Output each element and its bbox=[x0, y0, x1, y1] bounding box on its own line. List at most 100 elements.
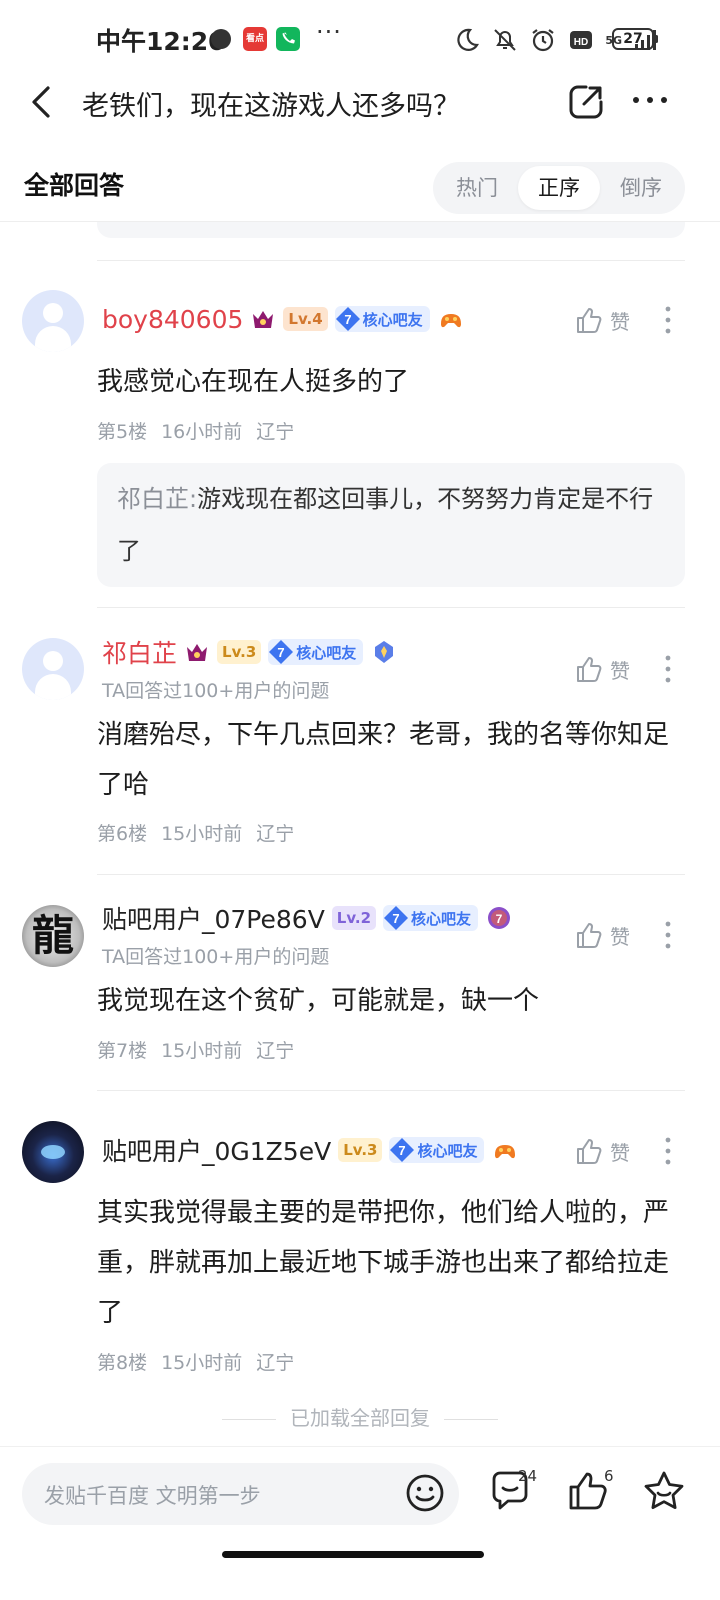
like-button[interactable]: 赞 bbox=[574, 1136, 630, 1166]
avatar[interactable] bbox=[22, 638, 84, 700]
user-line: 贴吧用户_07Pe86V Lv.2 7 核心吧友 7 bbox=[102, 900, 513, 936]
tab-ascending[interactable]: 正序 bbox=[518, 166, 600, 210]
post-content: 我感觉心在现在人挺多的了 bbox=[97, 367, 410, 397]
diamond-icon: 7 bbox=[269, 640, 294, 664]
medal-icon: 7 bbox=[488, 907, 511, 929]
floor-number: 第7楼 bbox=[97, 1040, 148, 1062]
svg-text:7: 7 bbox=[278, 645, 285, 660]
crown-icon bbox=[187, 644, 208, 661]
like-label: 赞 bbox=[610, 309, 630, 334]
quote-reply[interactable]: 祁白芷:游戏现在都这回事儿，不努努力肯定是不行了 bbox=[97, 463, 685, 587]
core-member-label: 核心吧友 bbox=[362, 310, 423, 329]
thumbs-up-icon bbox=[577, 923, 602, 948]
like-count: 6 bbox=[604, 1467, 614, 1485]
username[interactable]: 贴吧用户_07Pe86V bbox=[102, 900, 325, 936]
divider bbox=[97, 260, 685, 261]
quote-text: 游戏现在都这回事儿，不努努力肯定是不行了 bbox=[117, 485, 654, 565]
quote-author: 祁白芷: bbox=[117, 485, 198, 513]
battery-icon: 27 bbox=[612, 28, 658, 50]
core-member-badge: 7 核心吧友 bbox=[334, 306, 430, 332]
svg-text:HD: HD bbox=[574, 37, 588, 48]
username[interactable]: 祁白芷 bbox=[102, 634, 177, 670]
floor-number: 第5楼 bbox=[97, 421, 148, 443]
post-more-icon[interactable] bbox=[656, 305, 680, 335]
svg-text:7: 7 bbox=[344, 312, 351, 327]
rank-badge-icon bbox=[375, 641, 394, 663]
thumbs-up-icon bbox=[577, 1139, 602, 1164]
user-line: 祁白芷 Lv.3 7 核心吧友 bbox=[102, 634, 398, 670]
core-member-label: 核心吧友 bbox=[417, 1141, 478, 1160]
svg-text:7: 7 bbox=[496, 912, 503, 926]
divider bbox=[97, 607, 685, 608]
user-line: 贴吧用户_0G1Z5eV Lv.3 7 核心吧友 bbox=[102, 1132, 519, 1168]
floor-number: 第8楼 bbox=[97, 1352, 148, 1374]
diamond-icon: 7 bbox=[384, 906, 409, 930]
star-icon[interactable] bbox=[642, 1469, 686, 1513]
tab-descending[interactable]: 倒序 bbox=[600, 166, 682, 210]
divider bbox=[97, 1090, 685, 1091]
divider bbox=[97, 874, 685, 875]
phone-app-icon bbox=[276, 27, 300, 51]
user-subtitle: TA回答过100+用户的问题 bbox=[102, 946, 330, 968]
app-notification-icon: 看点 bbox=[243, 27, 267, 51]
post-content: 其实我觉得最主要的是带把你，他们给人啦的，严重，胖就再加上最近地下城手游也出来了… bbox=[97, 1198, 670, 1328]
page-title: 老铁们，现在这游戏人还多吗？ bbox=[82, 91, 460, 122]
reply-placeholder: 发贴千百度 文明第一步 bbox=[44, 1484, 261, 1508]
previous-quote-box bbox=[97, 222, 685, 238]
title-bar: 老铁们，现在这游戏人还多吗？ bbox=[0, 70, 720, 132]
like-label: 赞 bbox=[610, 658, 630, 683]
post-location: 辽宁 bbox=[256, 421, 295, 443]
level-badge: Lv.3 bbox=[217, 640, 262, 664]
post-location: 辽宁 bbox=[256, 1040, 295, 1062]
like-label: 赞 bbox=[610, 1140, 630, 1165]
username[interactable]: 贴吧用户_0G1Z5eV bbox=[102, 1132, 331, 1168]
like-button[interactable]: 赞 bbox=[574, 920, 630, 950]
thumbs-up-icon bbox=[577, 308, 602, 333]
username[interactable]: boy840605 bbox=[102, 305, 243, 334]
post-time: 16小时前 bbox=[161, 421, 243, 443]
bottom-action-bar: 发贴千百度 文明第一步 24 6 bbox=[0, 1446, 720, 1600]
post-time: 15小时前 bbox=[161, 1352, 243, 1374]
post-meta: 第7楼 15小时前 辽宁 bbox=[97, 1036, 308, 1063]
floor-number: 第6楼 bbox=[97, 823, 148, 845]
tab-hot[interactable]: 热门 bbox=[436, 166, 518, 210]
like-button[interactable]: 赞 bbox=[574, 654, 630, 684]
notification-dot-icon bbox=[211, 29, 231, 49]
avatar[interactable] bbox=[22, 1121, 84, 1183]
post-more-icon[interactable] bbox=[656, 1136, 680, 1166]
post-location: 辽宁 bbox=[256, 823, 295, 845]
all-loaded-indicator: 已加载全部回复 bbox=[0, 1402, 720, 1432]
svg-text:7: 7 bbox=[399, 1143, 406, 1158]
diamond-icon: 7 bbox=[390, 1138, 415, 1162]
crown-icon bbox=[253, 311, 274, 328]
gamepad-icon bbox=[495, 1145, 516, 1159]
reply-input[interactable]: 发贴千百度 文明第一步 bbox=[22, 1463, 459, 1525]
answers-header: 全部回答 热门 正序 倒序 bbox=[0, 158, 720, 222]
post-time: 15小时前 bbox=[161, 823, 243, 845]
home-indicator[interactable] bbox=[222, 1551, 484, 1558]
diamond-icon: 7 bbox=[335, 307, 360, 331]
more-notifications-icon: ··· bbox=[316, 18, 342, 46]
status-bar: 中午12:20 看点 ··· HD 5G 27 bbox=[0, 0, 720, 78]
alarm-icon bbox=[532, 29, 554, 52]
more-menu-icon[interactable] bbox=[630, 80, 670, 120]
share-icon[interactable] bbox=[566, 82, 606, 122]
post-more-icon[interactable] bbox=[656, 920, 680, 950]
like-button[interactable]: 赞 bbox=[574, 305, 630, 335]
avatar[interactable]: 龍 bbox=[22, 905, 84, 967]
post-meta: 第8楼 15小时前 辽宁 bbox=[97, 1348, 308, 1375]
level-badge: Lv.3 bbox=[338, 1138, 383, 1162]
sort-tabs: 热门 正序 倒序 bbox=[433, 162, 685, 214]
avatar[interactable] bbox=[22, 290, 84, 352]
post-meta: 第5楼 16小时前 辽宁 bbox=[97, 417, 308, 444]
emoji-icon[interactable] bbox=[404, 1472, 446, 1514]
back-arrow-icon[interactable] bbox=[26, 82, 58, 122]
user-subtitle: TA回答过100+用户的问题 bbox=[102, 680, 330, 702]
silent-bell-icon bbox=[494, 29, 517, 51]
moon-icon bbox=[457, 28, 480, 51]
thumbs-up-icon bbox=[577, 657, 602, 682]
post-more-icon[interactable] bbox=[656, 654, 680, 684]
all-loaded-text: 已加载全部回复 bbox=[290, 1406, 430, 1430]
post-location: 辽宁 bbox=[256, 1352, 295, 1374]
svg-text:7: 7 bbox=[392, 911, 399, 926]
